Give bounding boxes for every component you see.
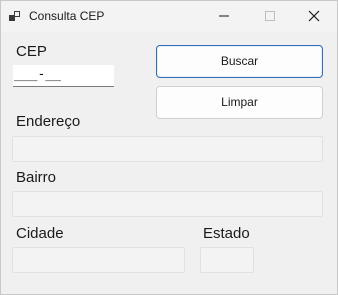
- maximize-icon: [265, 11, 275, 21]
- cep-input[interactable]: ___-__: [13, 65, 114, 87]
- bairro-label: Bairro: [16, 169, 57, 186]
- endereco-label: Endereço: [16, 113, 81, 130]
- estado-label: Estado: [203, 225, 250, 242]
- app-window: Consulta CEP CEP ___-__ Buscar Limpar En…: [0, 0, 338, 295]
- window-title: Consulta CEP: [29, 9, 105, 23]
- bairro-field[interactable]: [12, 191, 323, 217]
- buscar-button[interactable]: Buscar: [156, 45, 323, 78]
- endereco-field[interactable]: [12, 136, 323, 162]
- minimize-button[interactable]: [201, 1, 247, 32]
- close-icon: [308, 10, 320, 22]
- app-icon: [9, 11, 20, 21]
- limpar-button[interactable]: Limpar: [156, 86, 323, 119]
- maximize-button[interactable]: [247, 1, 293, 32]
- estado-field[interactable]: [200, 247, 254, 273]
- cidade-field[interactable]: [12, 247, 185, 273]
- cep-label: CEP: [16, 43, 47, 60]
- close-button[interactable]: [291, 1, 337, 32]
- title-bar[interactable]: Consulta CEP: [1, 1, 337, 32]
- minimize-icon: [219, 15, 229, 17]
- cidade-label: Cidade: [16, 225, 64, 242]
